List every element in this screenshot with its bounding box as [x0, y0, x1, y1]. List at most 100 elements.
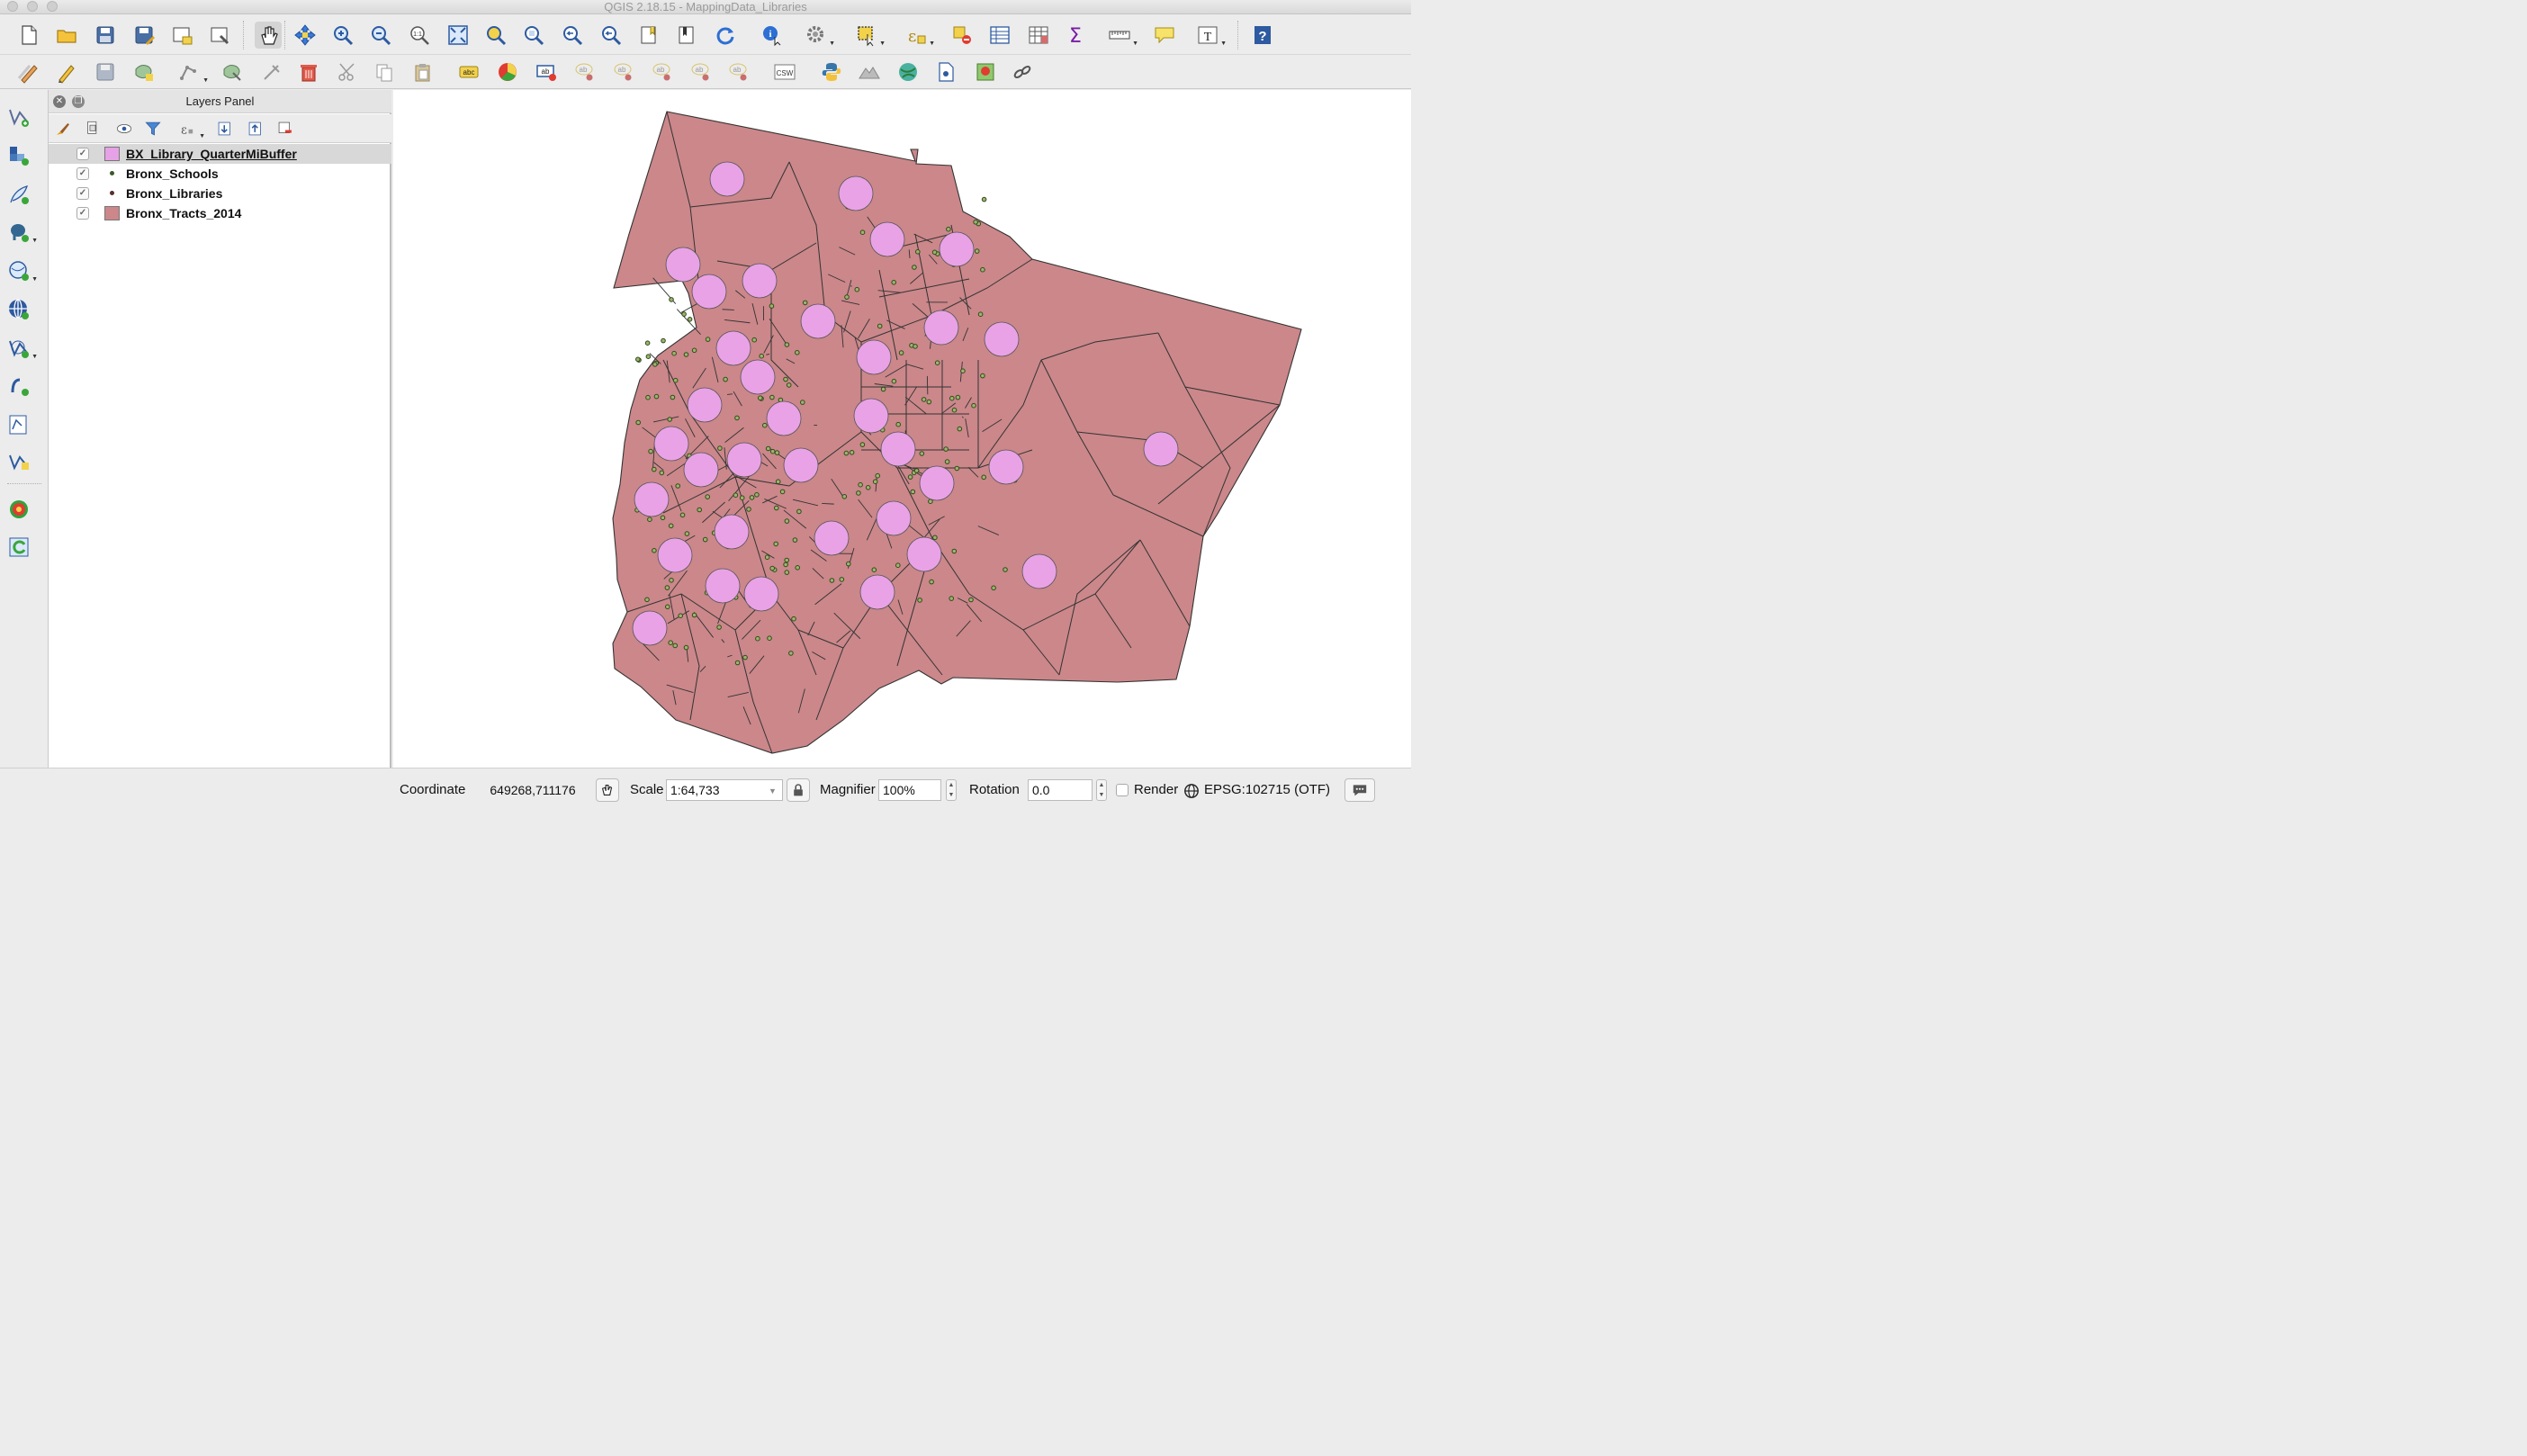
run-action-icon[interactable]: ▼: [803, 22, 835, 49]
help-icon[interactable]: ?: [1249, 22, 1276, 49]
diagram-icon[interactable]: [494, 58, 521, 85]
cut-features-icon[interactable]: [334, 58, 361, 85]
zoom-full-icon[interactable]: [445, 22, 472, 49]
add-group-icon[interactable]: [80, 116, 105, 141]
zoom-out-icon[interactable]: [367, 22, 394, 49]
field-calculator-icon[interactable]: [1025, 22, 1052, 49]
add-delimited-text-icon[interactable]: [5, 181, 32, 208]
zoom-actual-size-icon[interactable]: 1:1: [406, 22, 433, 49]
add-raster-layer-icon[interactable]: [5, 142, 32, 169]
plugin-layer-icon[interactable]: [932, 58, 959, 85]
zoom-last-icon[interactable]: [559, 22, 586, 49]
lock-scale-icon[interactable]: [787, 778, 810, 802]
add-postgis-icon[interactable]: ▼: [5, 219, 38, 246]
raster-terrain-icon[interactable]: [856, 58, 883, 85]
coordinate-field[interactable]: 649268,711176: [470, 779, 592, 801]
layer-visibility-checkbox[interactable]: ✓: [76, 207, 89, 220]
pin-labels-icon[interactable]: ab: [533, 58, 560, 85]
magnifier-field[interactable]: 100%: [878, 779, 941, 801]
new-bookmark-icon[interactable]: [635, 22, 662, 49]
deselect-icon[interactable]: [949, 22, 976, 49]
layer-visibility-checkbox[interactable]: ✓: [76, 187, 89, 200]
text-annotation-icon[interactable]: T ▼: [1194, 22, 1227, 49]
plugin-heatmap-icon[interactable]: [5, 496, 32, 523]
new-shapefile-icon[interactable]: [5, 411, 32, 438]
remove-layer-icon[interactable]: [273, 116, 298, 141]
expand-all-icon[interactable]: [212, 116, 238, 141]
python-console-icon[interactable]: [818, 58, 845, 85]
refresh-icon[interactable]: [712, 22, 739, 49]
georeferencer-icon[interactable]: [972, 58, 999, 85]
add-spatialite-icon[interactable]: ▼: [5, 257, 38, 284]
style-icon[interactable]: [50, 116, 76, 141]
rotation-spinner[interactable]: ▲ ▼: [1096, 779, 1107, 801]
crs-button[interactable]: EPSG:102715 (OTF): [1204, 781, 1330, 799]
measure-icon[interactable]: ▼: [1106, 22, 1138, 49]
change-label-icon[interactable]: ab: [725, 58, 752, 85]
layer-row[interactable]: ✓ Bronx_Libraries: [49, 184, 391, 203]
attribute-table-icon[interactable]: [986, 22, 1013, 49]
save-as-icon[interactable]: [130, 22, 157, 49]
add-wms-icon[interactable]: [5, 296, 32, 323]
show-hide-labels-icon[interactable]: ab: [571, 58, 598, 85]
zoom-next-icon[interactable]: [598, 22, 625, 49]
node-tool-icon[interactable]: [258, 58, 285, 85]
current-edits-icon[interactable]: [15, 58, 42, 85]
show-bookmarks-icon[interactable]: [673, 22, 700, 49]
pan-map-icon[interactable]: [255, 22, 282, 49]
csw-icon[interactable]: CSW: [771, 58, 798, 85]
toggle-coordinate-extents-icon[interactable]: [596, 778, 619, 802]
map-tips-icon[interactable]: [1151, 22, 1178, 49]
add-vector-layer-icon[interactable]: [5, 103, 32, 130]
identify-icon[interactable]: i: [759, 22, 786, 49]
select-by-expression-icon[interactable]: ε ▼: [903, 22, 935, 49]
scale-combo[interactable]: 1:64,733: [666, 779, 783, 801]
map-render[interactable]: [393, 90, 1411, 768]
zoom-in-icon[interactable]: [329, 22, 356, 49]
layer-row[interactable]: ✓ Bronx_Tracts_2014: [49, 203, 391, 223]
map-canvas[interactable]: [393, 90, 1411, 768]
messages-icon[interactable]: [1344, 778, 1375, 802]
statistics-icon[interactable]: Σ: [1062, 22, 1089, 49]
delete-selected-icon[interactable]: [295, 58, 322, 85]
pan-to-selection-icon[interactable]: [292, 22, 319, 49]
toggle-editing-icon[interactable]: [53, 58, 80, 85]
paste-features-icon[interactable]: [409, 58, 436, 85]
new-spatialite-icon[interactable]: [5, 448, 32, 475]
zoom-to-selection-icon[interactable]: [482, 22, 509, 49]
layer-visibility-checkbox[interactable]: ✓: [76, 167, 89, 180]
copy-features-icon[interactable]: [371, 58, 398, 85]
add-wfs-icon[interactable]: ▼: [5, 335, 38, 362]
magnifier-spinner[interactable]: ▲ ▼: [946, 779, 957, 801]
chevron-down-icon[interactable]: ▼: [769, 786, 777, 795]
digitize-icon[interactable]: ▼: [176, 58, 209, 85]
manage-visibility-icon[interactable]: [112, 116, 137, 141]
plugin-globe-icon[interactable]: [895, 58, 922, 85]
plugin-link-icon[interactable]: [1009, 58, 1036, 85]
render-checkbox[interactable]: [1116, 784, 1129, 796]
label-icon[interactable]: abc: [455, 58, 482, 85]
vertex-tool-icon[interactable]: [219, 58, 246, 85]
open-project-icon[interactable]: [53, 22, 80, 49]
rotate-label-icon[interactable]: ab: [688, 58, 715, 85]
add-feature-icon[interactable]: [130, 58, 157, 85]
add-wcs-icon[interactable]: [5, 373, 32, 400]
new-print-composer-icon[interactable]: [168, 22, 195, 49]
layer-row[interactable]: ✓ Bronx_Schools: [49, 164, 391, 184]
layer-visibility-checkbox[interactable]: ✓: [76, 148, 89, 160]
preview-labels-icon[interactable]: ab: [610, 58, 637, 85]
new-project-icon[interactable]: [15, 22, 42, 49]
filter-expression-icon[interactable]: ε ▼: [175, 116, 205, 141]
move-label-icon[interactable]: ab: [649, 58, 676, 85]
select-features-icon[interactable]: ▼: [853, 22, 886, 49]
rotation-field[interactable]: 0.0: [1028, 779, 1093, 801]
layer-row[interactable]: ✓ BX_Library_QuarterMiBuffer: [49, 144, 391, 164]
zoom-to-layer-icon[interactable]: [520, 22, 547, 49]
save-project-icon[interactable]: [92, 22, 119, 49]
save-edits-icon[interactable]: [92, 58, 119, 85]
collapse-all-icon[interactable]: [243, 116, 268, 141]
crs-globe-icon[interactable]: [1182, 781, 1201, 801]
plugin-refresh-icon[interactable]: [5, 534, 32, 561]
composer-manager-icon[interactable]: [206, 22, 233, 49]
filter-legend-icon[interactable]: [140, 116, 166, 141]
